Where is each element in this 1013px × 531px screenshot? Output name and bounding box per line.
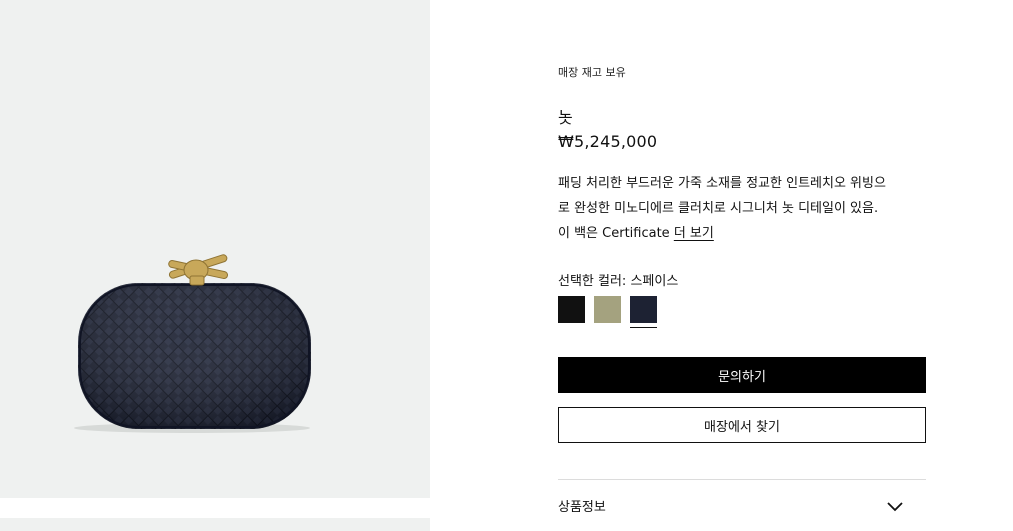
find-in-store-button[interactable]: 매장에서 찾기 [558, 407, 926, 443]
stock-status: 매장 재고 보유 [558, 66, 626, 79]
chevron-down-icon [887, 501, 903, 511]
knot-clasp [168, 254, 229, 286]
product-price: ₩5,245,000 [558, 132, 658, 151]
color-swatch-black[interactable] [558, 296, 585, 323]
product-name: 놋 [558, 108, 573, 127]
description-line: 이 백은 Certificate 더 보기 [558, 221, 926, 246]
color-swatch-beige[interactable] [594, 296, 621, 323]
product-info-accordion[interactable]: 상품정보 [558, 479, 926, 531]
description-line: 패딩 처리한 부드러운 가죽 소재를 정교한 인트레치오 위빙으 [558, 176, 886, 191]
clutch-bag-image [74, 254, 311, 433]
accordion-label: 상품정보 [558, 500, 606, 515]
product-image-main[interactable] [0, 0, 430, 498]
color-swatches [558, 296, 657, 328]
read-more-link[interactable]: 더 보기 [674, 226, 714, 241]
product-description: 패딩 처리한 부드러운 가죽 소재를 정교한 인트레치오 위빙으 로 완성한 미… [558, 171, 926, 246]
color-swatch-space[interactable] [630, 296, 657, 328]
selected-color-label: 선택한 컬러: 스페이스 [558, 274, 679, 289]
product-gallery [0, 0, 430, 531]
description-line: 로 완성한 미노디에르 클러치로 시그니처 놋 디테일이 있음. [558, 201, 879, 216]
description-text: 이 백은 Certificate [558, 226, 670, 241]
inquire-button[interactable]: 문의하기 [558, 357, 926, 393]
product-image-next[interactable] [0, 518, 430, 531]
